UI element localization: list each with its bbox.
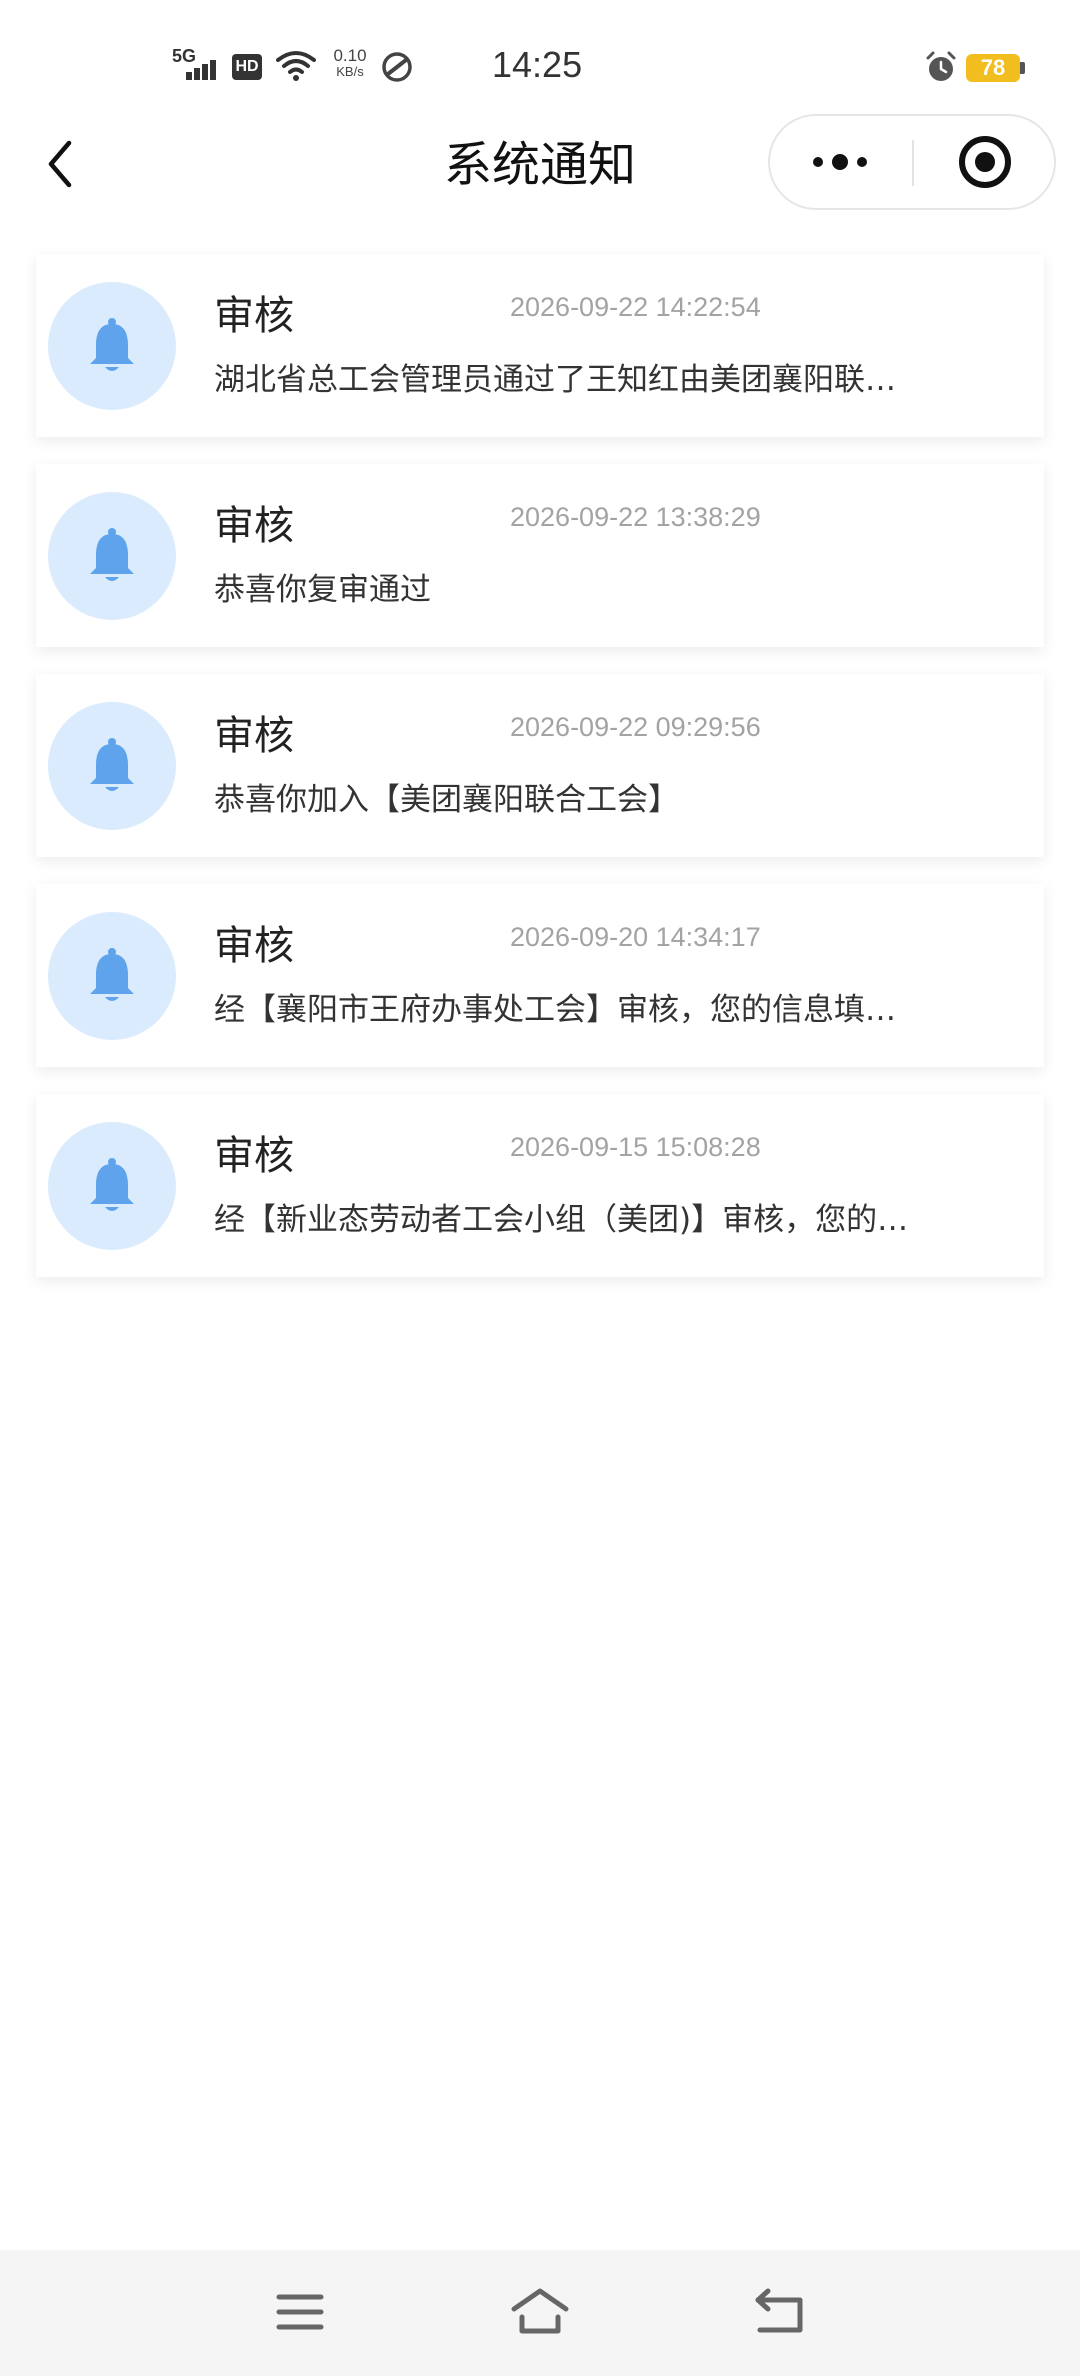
- notice-item[interactable]: 审核 2026-09-22 09:29:56 恭喜你加入【美团襄阳联合工会】: [36, 674, 1044, 857]
- notice-content: 恭喜你复审通过: [214, 572, 431, 608]
- notice-time: 2026-09-20 14:34:17: [510, 922, 761, 952]
- home-icon[interactable]: [508, 2280, 572, 2344]
- nfc-icon: [380, 50, 414, 84]
- notice-list: 审核 2026-09-22 14:22:54 湖北省总工会管理员通过了王知红由美…: [36, 254, 1044, 1304]
- back-icon[interactable]: [748, 2280, 812, 2344]
- notice-item[interactable]: 审核 2026-09-22 14:22:54 湖北省总工会管理员通过了王知红由美…: [36, 254, 1044, 437]
- notice-time: 2026-09-22 14:22:54: [510, 292, 761, 322]
- notice-item[interactable]: 审核 2026-09-22 13:38:29 恭喜你复审通过: [36, 464, 1044, 647]
- notice-content: 经【襄阳市王府办事处工会】审核，您的信息填…: [214, 992, 896, 1028]
- mini-program-capsule: [768, 114, 1056, 210]
- clock: 14:25: [492, 44, 583, 85]
- system-nav-bar: [0, 2250, 1080, 2376]
- battery-tip: [1020, 62, 1025, 74]
- notice-time: 2026-09-22 13:38:29: [510, 502, 761, 532]
- wifi-icon: [276, 50, 316, 82]
- alarm-icon: [924, 50, 958, 84]
- notice-type: 审核: [214, 923, 294, 969]
- notice-type: 审核: [214, 713, 294, 759]
- bell-icon: [48, 1122, 176, 1250]
- notice-item[interactable]: 审核 2026-09-15 15:08:28 经【新业态劳动者工会小组（美团)】…: [36, 1094, 1044, 1277]
- status-bar: 5G HD 0.10 KB/s 14:25 78: [0, 0, 1080, 120]
- battery-icon: 78: [966, 54, 1020, 82]
- notice-type: 审核: [214, 1133, 294, 1179]
- capsule-divider: [912, 140, 914, 186]
- target-close-icon[interactable]: [916, 116, 1054, 208]
- notice-type: 审核: [214, 503, 294, 549]
- bell-icon: [48, 492, 176, 620]
- bell-icon: [48, 912, 176, 1040]
- bell-icon: [48, 702, 176, 830]
- notice-content: 湖北省总工会管理员通过了王知红由美团襄阳联…: [214, 362, 896, 398]
- notice-item[interactable]: 审核 2026-09-20 14:34:17 经【襄阳市王府办事处工会】审核，您…: [36, 884, 1044, 1067]
- bell-icon: [48, 282, 176, 410]
- notice-time: 2026-09-22 09:29:56: [510, 712, 761, 742]
- notice-time: 2026-09-15 15:08:28: [510, 1132, 761, 1162]
- notice-type: 审核: [214, 293, 294, 339]
- notice-content: 恭喜你加入【美团襄阳联合工会】: [214, 782, 679, 818]
- hd-icon: HD: [232, 54, 262, 80]
- signal-icon: 5G: [172, 44, 222, 84]
- more-dots-icon[interactable]: [770, 116, 910, 208]
- network-speed: 0.10 KB/s: [333, 46, 367, 79]
- menu-icon[interactable]: [268, 2280, 332, 2344]
- notice-content: 经【新业态劳动者工会小组（美团)】审核，您的…: [214, 1202, 909, 1238]
